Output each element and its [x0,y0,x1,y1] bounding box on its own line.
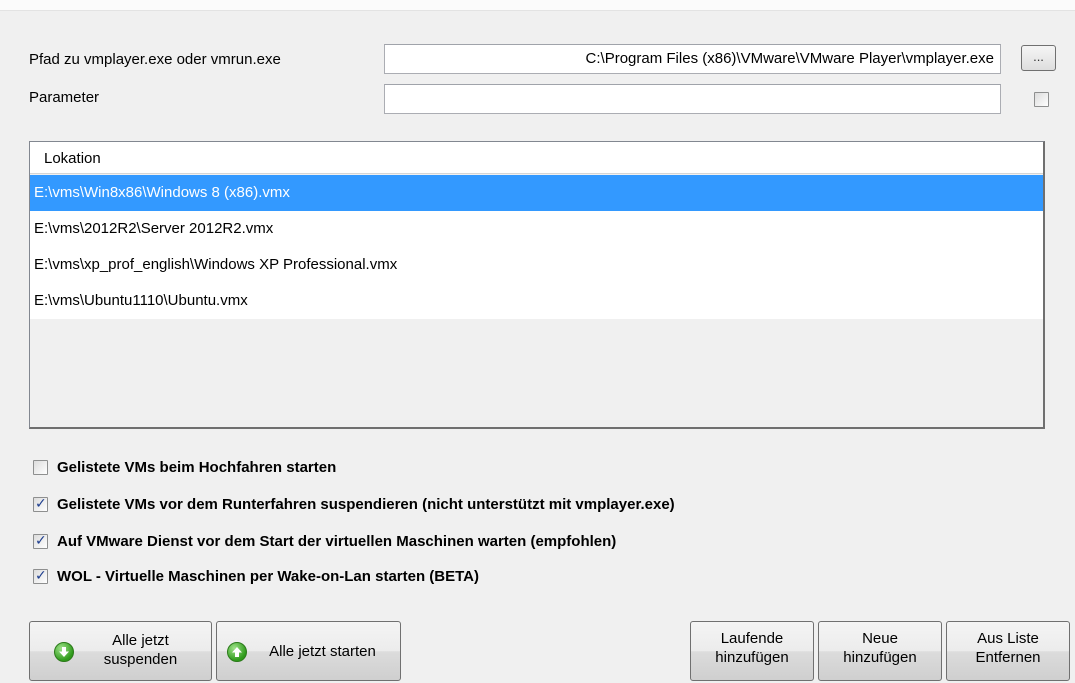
option-wake-on-lan-checkbox[interactable]: ✓ [33,567,48,584]
path-input[interactable]: C:\Program Files (x86)\VMware\VMware Pla… [384,44,1001,74]
green-down-arrow-icon [54,642,74,662]
remove-label-line1: Aus Liste [977,630,1039,647]
vm-row-3[interactable]: E:\vms\xp_prof_english\Windows XP Profes… [30,247,1043,283]
remove-label-line2: Entfernen [975,649,1041,666]
remove-from-list-button[interactable]: Aus Liste Entfernen [946,621,1070,681]
vm-list-body: E:\vms\Win8x86\Windows 8 (x86).vmx E:\vm… [30,175,1043,319]
option-wait-for-service-label: Auf VMware Dienst vor dem Start der virt… [57,533,617,550]
add-new-label-line2: hinzufügen [843,649,917,666]
vm-row-4[interactable]: E:\vms\Ubuntu1110\Ubuntu.vmx [30,283,1043,319]
add-new-label-line1: Neue [862,630,898,647]
checkmark-icon: ✓ [35,532,47,548]
option-suspend-on-shutdown-label: Gelistete VMs vor dem Runterfahren suspe… [57,496,675,513]
vm-row-2[interactable]: E:\vms\2012R2\Server 2012R2.vmx [30,211,1043,247]
parameter-label: Parameter [29,89,100,106]
parameter-checkbox[interactable] [1034,92,1049,107]
start-all-label: Alle jetzt starten [269,643,376,660]
add-running-label-line2: hinzufügen [715,649,789,666]
parameter-input[interactable] [384,84,1001,114]
option-suspend-on-shutdown-checkbox[interactable]: ✓ [33,495,48,512]
checkmark-icon: ✓ [35,495,47,511]
suspend-all-label-line1: Alle jetzt [112,632,169,649]
suspend-all-label-line2: suspenden [103,651,178,668]
vm-row-1[interactable]: E:\vms\Win8x86\Windows 8 (x86).vmx [30,175,1043,211]
add-running-button[interactable]: Laufende hinzufügen [690,621,814,681]
top-strip [0,0,1075,11]
suspend-all-button[interactable]: Alle jetzt suspenden [29,621,212,681]
browse-button[interactable]: ... [1021,45,1056,71]
option-start-on-boot-checkbox[interactable] [33,460,48,475]
vm-list[interactable]: Lokation E:\vms\Win8x86\Windows 8 (x86).… [29,141,1045,429]
settings-panel: Pfad zu vmplayer.exe oder vmrun.exe C:\P… [0,0,1075,683]
option-start-on-boot-label: Gelistete VMs beim Hochfahren starten [57,459,337,476]
add-new-button[interactable]: Neue hinzufügen [818,621,942,681]
checkmark-icon: ✓ [35,567,47,583]
option-wait-for-service-checkbox[interactable]: ✓ [33,532,48,549]
path-label: Pfad zu vmplayer.exe oder vmrun.exe [29,51,281,68]
green-up-arrow-icon [227,642,247,662]
option-wake-on-lan-label: WOL - Virtuelle Maschinen per Wake-on-La… [57,568,479,585]
column-header-lokation[interactable]: Lokation [30,142,1043,174]
start-all-button[interactable]: Alle jetzt starten [216,621,401,681]
add-running-label-line1: Laufende [720,630,784,647]
